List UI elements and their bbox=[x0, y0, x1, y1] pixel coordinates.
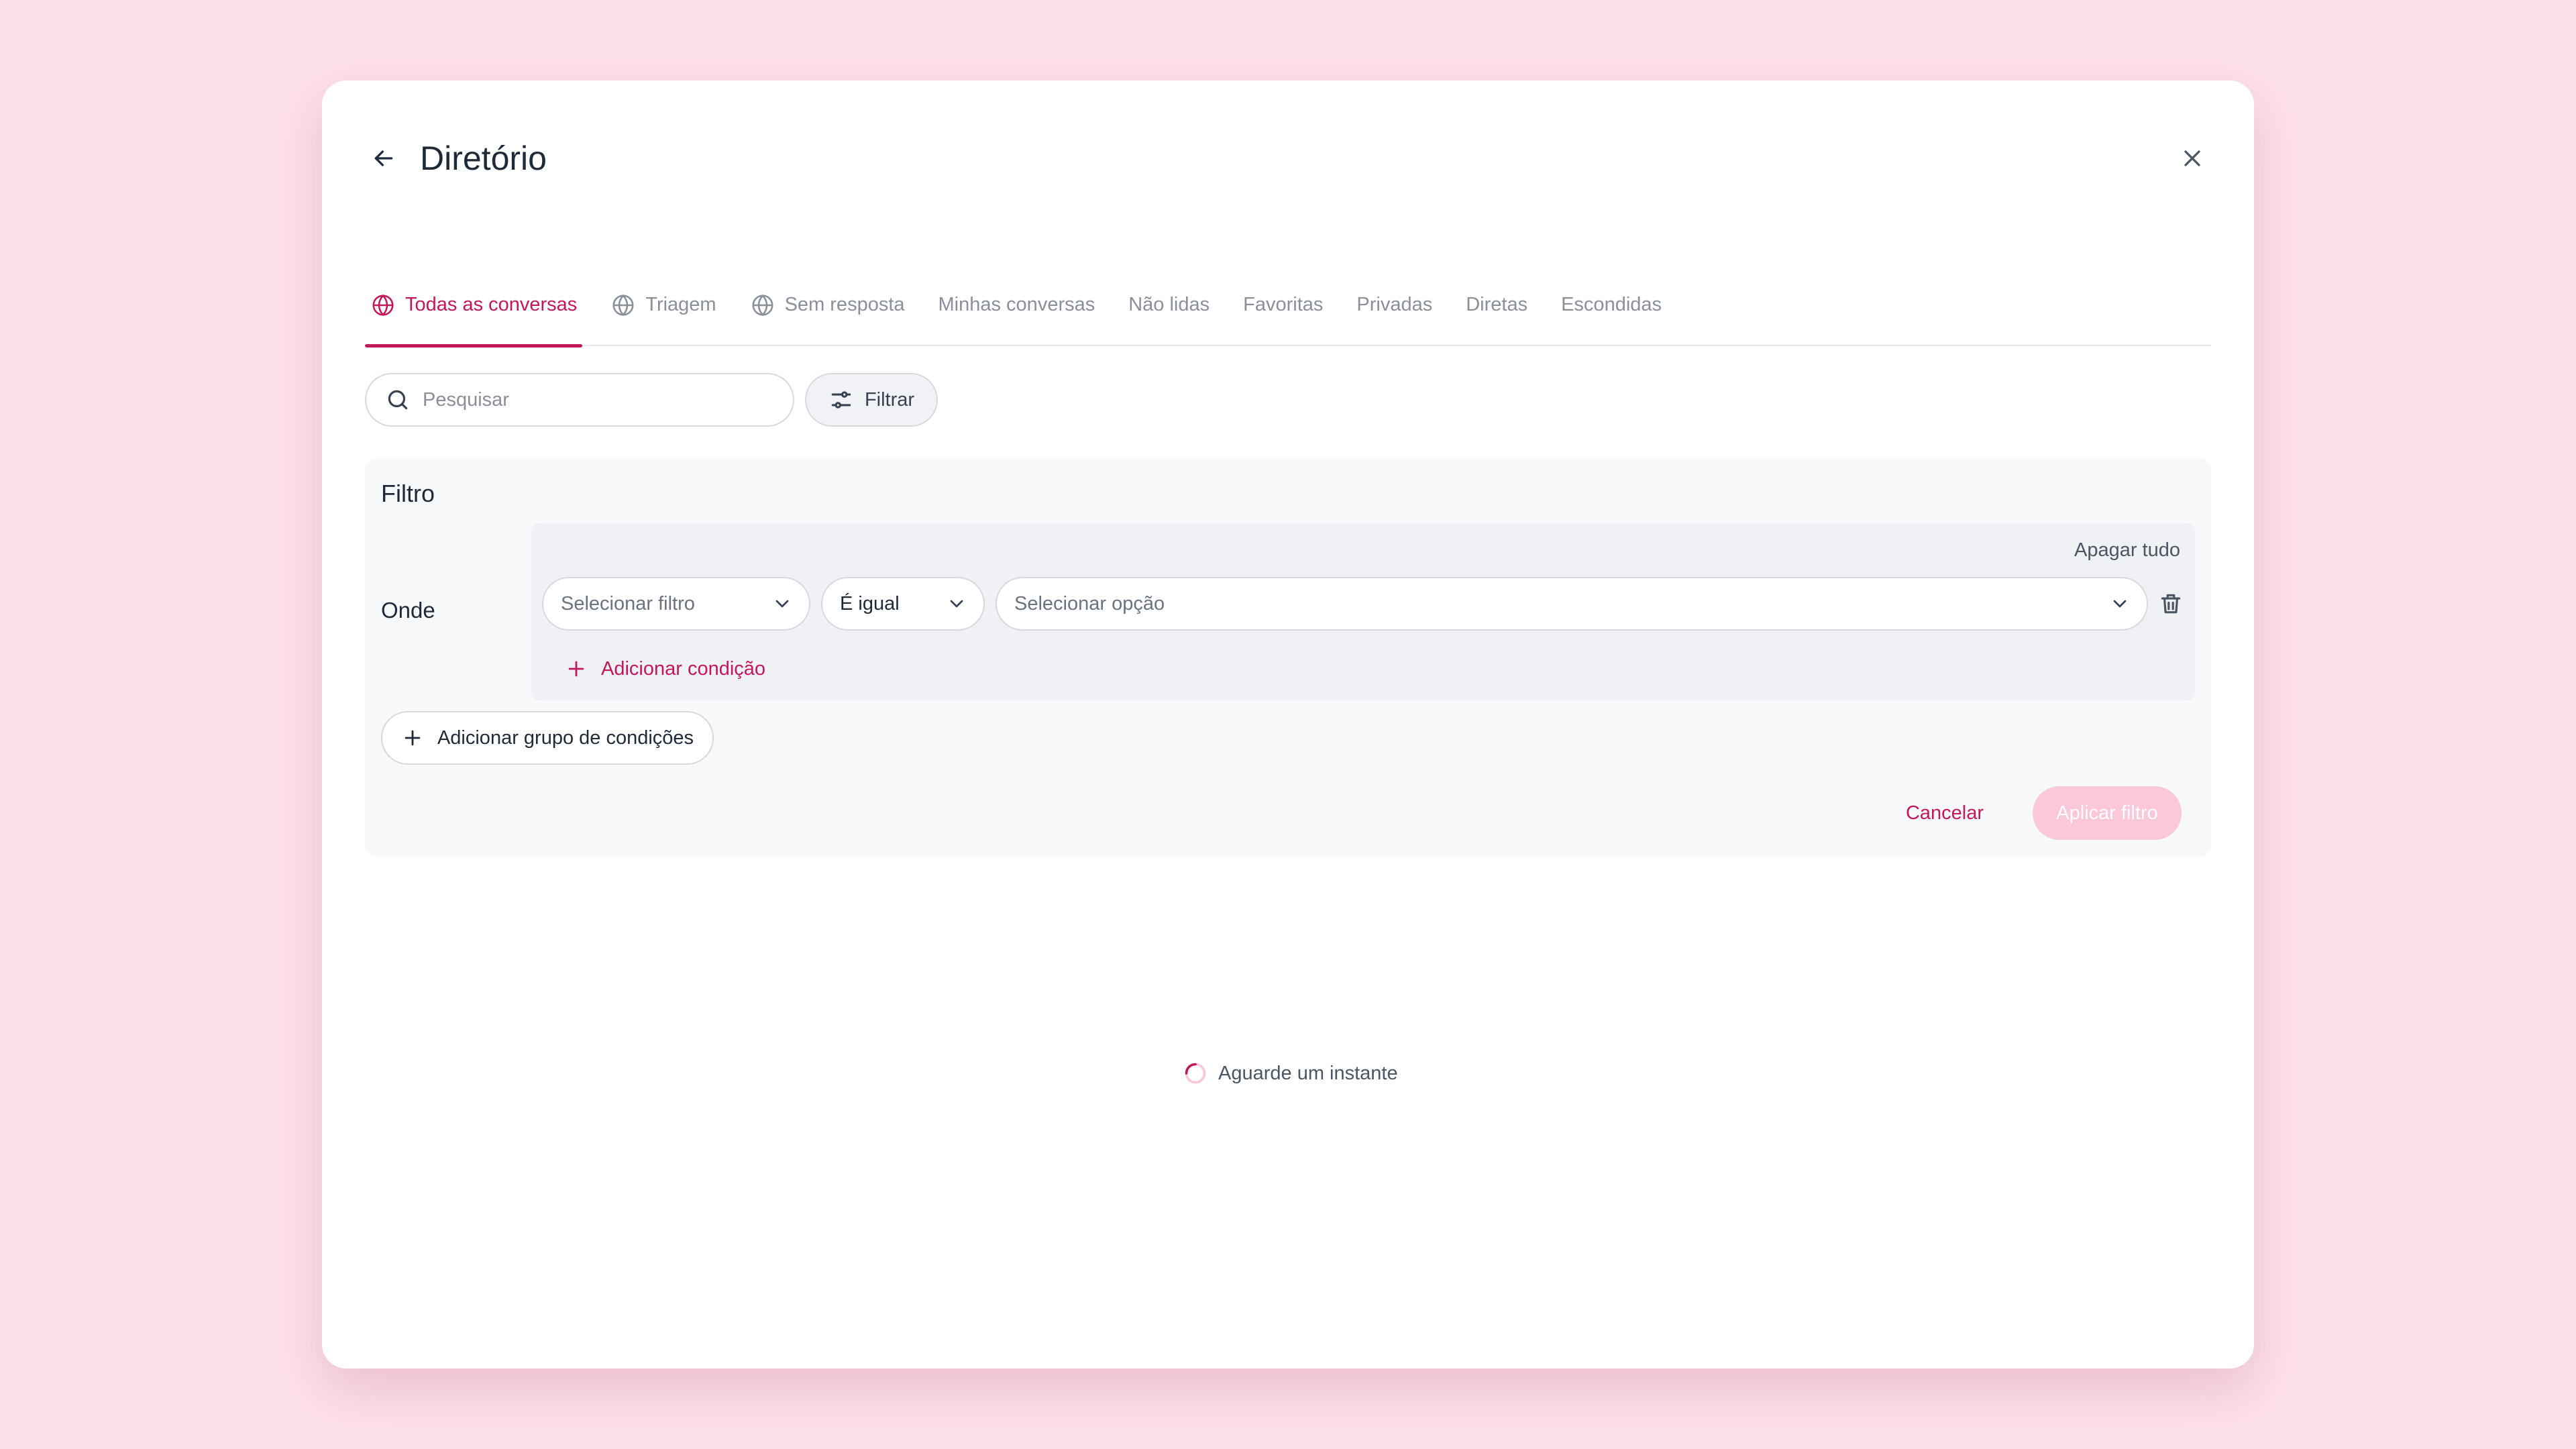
tab-label: Minhas conversas bbox=[938, 294, 1095, 315]
sliders-icon bbox=[831, 391, 851, 409]
tab-sem-resposta[interactable]: Sem resposta bbox=[745, 282, 910, 346]
search-field[interactable] bbox=[365, 373, 794, 427]
where-label: Onde bbox=[381, 598, 435, 623]
filter-button[interactable]: Filtrar bbox=[805, 373, 938, 427]
tab-triagem[interactable]: Triagem bbox=[605, 282, 721, 346]
tab-não-lidas[interactable]: Não lidas bbox=[1123, 282, 1215, 346]
modal-header: Diretório bbox=[365, 125, 2211, 192]
tab-favoritas[interactable]: Favoritas bbox=[1238, 282, 1328, 346]
add-group-label: Adicionar grupo de condições bbox=[437, 727, 694, 749]
conversation-tabs: Todas as conversas Triagem Sem resposta Min… bbox=[365, 282, 2211, 347]
globe-icon bbox=[612, 294, 634, 317]
directory-modal: Diretório Todas as conversas Triagem Sem r… bbox=[322, 80, 2254, 1368]
add-condition-label: Adicionar condição bbox=[601, 657, 766, 680]
loading-indicator: Aguarde um instante bbox=[1183, 1053, 1398, 1093]
tab-label: Todas as conversas bbox=[405, 294, 578, 315]
globe-icon bbox=[372, 294, 394, 317]
option-select[interactable]: Selecionar opção bbox=[996, 577, 2148, 631]
operator-value: É igual bbox=[840, 592, 900, 614]
filter-field-select[interactable]: Selecionar filtro bbox=[542, 577, 810, 631]
search-input[interactable] bbox=[423, 388, 771, 411]
arrow-left-icon bbox=[374, 150, 393, 166]
filter-title: Filtro bbox=[381, 480, 435, 507]
page-title: Diretório bbox=[420, 140, 547, 177]
chevron-down-icon bbox=[950, 600, 963, 608]
plus-icon bbox=[568, 661, 584, 677]
tab-label: Diretas bbox=[1466, 294, 1528, 315]
tab-label: Favoritas bbox=[1243, 294, 1324, 315]
close-icon bbox=[2184, 150, 2200, 166]
tab-label: Não lidas bbox=[1128, 294, 1210, 315]
condition-group: Apagar tudo Selecionar filtro É igual Se… bbox=[531, 523, 2195, 700]
loading-text: Aguarde um instante bbox=[1218, 1062, 1398, 1084]
globe-icon bbox=[752, 294, 773, 317]
tab-diretas[interactable]: Diretas bbox=[1460, 282, 1533, 346]
operator-select[interactable]: É igual bbox=[821, 577, 985, 631]
tab-todas-as-conversas[interactable]: Todas as conversas bbox=[365, 282, 583, 347]
add-condition-button[interactable]: Adicionar condição bbox=[565, 652, 765, 686]
delete-condition-button[interactable] bbox=[2156, 589, 2186, 619]
tab-label: Triagem bbox=[645, 294, 716, 315]
search-icon bbox=[388, 390, 408, 410]
chevron-down-icon bbox=[2113, 600, 2127, 608]
filter-button-label: Filtrar bbox=[864, 388, 915, 411]
tab-label: Escondidas bbox=[1561, 294, 1662, 315]
tab-minhas-conversas[interactable]: Minhas conversas bbox=[933, 282, 1101, 346]
option-placeholder: Selecionar opção bbox=[1014, 592, 1165, 614]
tab-label: Privadas bbox=[1356, 294, 1433, 315]
tab-escondidas[interactable]: Escondidas bbox=[1556, 282, 1667, 346]
filter-panel: Filtro Onde Apagar tudo Selecionar filtr… bbox=[365, 459, 2211, 856]
chevron-down-icon bbox=[775, 600, 789, 608]
trash-icon bbox=[2161, 594, 2181, 614]
plus-icon bbox=[405, 730, 421, 746]
cancel-button[interactable]: Cancelar bbox=[1894, 786, 1995, 840]
close-button[interactable] bbox=[2174, 140, 2211, 177]
clear-all-button[interactable]: Apagar tudo bbox=[2074, 537, 2180, 564]
add-condition-group-button[interactable]: Adicionar grupo de condições bbox=[381, 711, 714, 765]
back-button[interactable] bbox=[365, 140, 402, 177]
filter-field-placeholder: Selecionar filtro bbox=[561, 592, 695, 614]
spinner-icon bbox=[1185, 1063, 1206, 1084]
tab-label: Sem resposta bbox=[784, 294, 905, 315]
apply-filter-button[interactable]: Aplicar filtro bbox=[2033, 786, 2182, 840]
tab-privadas[interactable]: Privadas bbox=[1351, 282, 1438, 346]
